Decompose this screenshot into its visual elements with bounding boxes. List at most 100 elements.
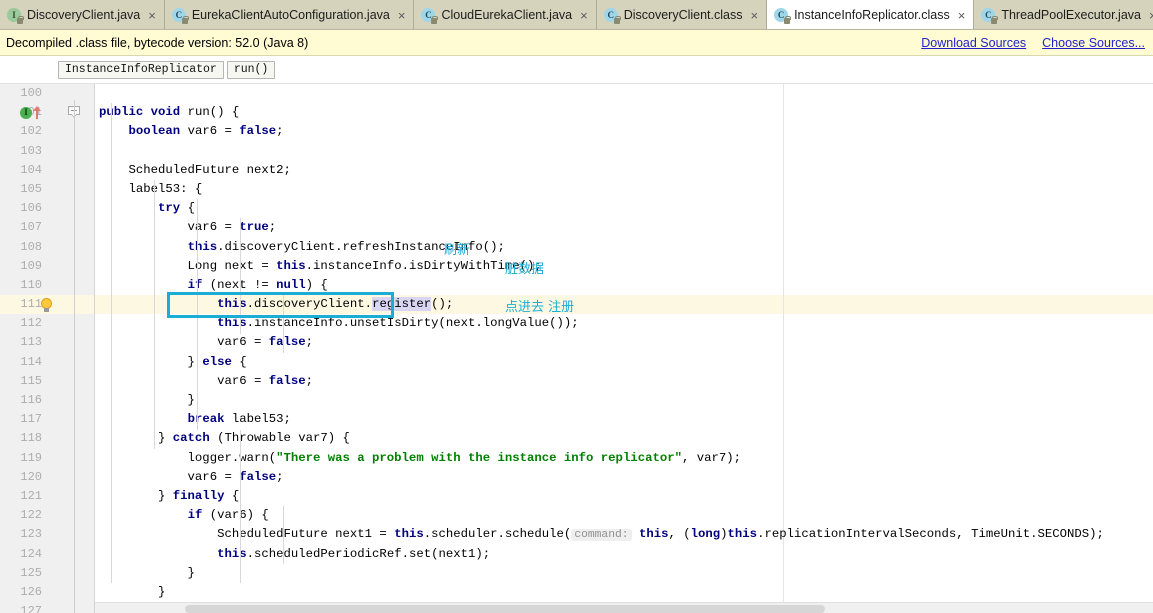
gutter-line[interactable]: 112 <box>0 314 94 333</box>
code-line: this.scheduledPeriodicRef.set(next1); <box>95 545 1153 564</box>
gutter-marks[interactable]: I <box>20 103 42 122</box>
code-token: this <box>638 527 669 542</box>
download-sources-link[interactable]: Download Sources <box>921 36 1026 50</box>
editor-tab-2[interactable]: C CloudEurekaClient.java × <box>414 0 597 29</box>
gutter-line[interactable]: 104 <box>0 161 94 180</box>
close-icon[interactable]: × <box>958 9 966 22</box>
code-token: ; <box>276 124 284 139</box>
lightbulb-icon[interactable] <box>40 297 53 312</box>
horizontal-scrollbar-thumb[interactable] <box>185 605 825 613</box>
gutter-marks[interactable] <box>40 295 53 314</box>
code-token: , var7); <box>681 450 742 465</box>
horizontal-scrollbar[interactable] <box>95 602 1153 613</box>
gutter-line[interactable]: 101I <box>0 103 94 122</box>
breadcrumb: InstanceInfoReplicator run() <box>0 56 1153 84</box>
code-line: } else { <box>95 353 1153 372</box>
editor-tab-1[interactable]: C EurekaClientAutoConfiguration.java × <box>164 0 415 29</box>
gutter-line[interactable]: 113 <box>0 333 94 352</box>
gutter-line[interactable]: 116 <box>0 391 94 410</box>
arrow-up-icon[interactable] <box>33 106 42 120</box>
gutter-line[interactable]: 110 <box>0 276 94 295</box>
gutter-line[interactable]: 105 <box>0 180 94 199</box>
breadcrumb-item-1[interactable]: run() <box>226 60 276 79</box>
editor-tab-0[interactable]: I DiscoveryClient.java × <box>0 0 165 29</box>
gutter-line[interactable]: 121 <box>0 487 94 506</box>
code-token: ) { <box>305 277 328 292</box>
code-token: this <box>217 316 247 331</box>
gutter-line[interactable]: 114 <box>0 353 94 372</box>
gutter-line[interactable]: 118 <box>0 429 94 448</box>
close-icon[interactable]: × <box>1149 9 1153 22</box>
code-line: if (var6) { <box>95 506 1153 525</box>
line-number: 105 <box>20 181 42 196</box>
class-icon: C <box>774 7 792 24</box>
code-token: ; <box>276 469 284 484</box>
code-line: try { <box>95 199 1153 218</box>
close-icon[interactable]: × <box>580 9 588 22</box>
code-line: ScheduledFuture next1 = this.scheduler.s… <box>95 525 1153 544</box>
line-number: 118 <box>20 431 42 446</box>
editor-tab-label: DiscoveryClient.java <box>27 8 141 22</box>
annotation-label-1: 脏数据 <box>505 261 545 277</box>
implementing-method-icon[interactable]: I <box>20 106 32 119</box>
lock-icon <box>431 15 439 24</box>
code-line: logger.warn("There was a problem with th… <box>95 449 1153 468</box>
close-icon[interactable]: × <box>398 9 406 22</box>
gutter-line[interactable]: 125 <box>0 564 94 583</box>
gutter-line[interactable]: 122 <box>0 506 94 525</box>
editor-tab-5[interactable]: CThreadPoolExecutor.java × <box>974 0 1153 29</box>
line-number: 119 <box>20 450 42 465</box>
line-number: 107 <box>20 220 42 235</box>
gutter-line[interactable]: 102 <box>0 122 94 141</box>
editor-tab-label: DiscoveryClient.class <box>623 8 743 22</box>
gutter-line[interactable]: 103 <box>0 142 94 161</box>
line-number: 124 <box>20 546 42 561</box>
code-token: null <box>276 277 306 292</box>
code-token: if <box>187 508 203 523</box>
code-line: } <box>95 391 1153 410</box>
code-line: Long next = this.instanceInfo.isDirtyWit… <box>95 257 1153 276</box>
code-line: public void run() { <box>95 103 1153 122</box>
breadcrumb-item-0[interactable]: InstanceInfoReplicator <box>58 60 224 79</box>
code-line: boolean var6 = false; <box>95 122 1153 141</box>
code-line: this.discoveryClient.register(); <box>95 295 1153 314</box>
gutter-line[interactable]: 123 <box>0 525 94 544</box>
gutter-line[interactable]: 106 <box>0 199 94 218</box>
code-token: finally <box>172 488 225 503</box>
choose-sources-link[interactable]: Choose Sources... <box>1042 36 1145 50</box>
code-line: var6 = false; <box>95 372 1153 391</box>
gutter-line[interactable]: 127 <box>0 602 94 613</box>
gutter-line[interactable]: 126 <box>0 583 94 602</box>
gutter-line[interactable]: 107 <box>0 218 94 237</box>
code-token: this <box>394 527 424 542</box>
code-token: ScheduledFuture next1 = <box>99 527 395 542</box>
gutter-line[interactable]: 109 <box>0 257 94 276</box>
gutter-line[interactable]: 124 <box>0 545 94 564</box>
line-number: 114 <box>20 354 42 369</box>
gutter-line[interactable]: 108 <box>0 238 94 257</box>
gutter-line[interactable]: 117 <box>0 410 94 429</box>
gutter-line[interactable]: 115 <box>0 372 94 391</box>
gutter-line[interactable]: 119 <box>0 449 94 468</box>
line-number: 106 <box>20 201 42 216</box>
code-line: var6 = false; <box>95 333 1153 352</box>
editor-tab-3[interactable]: C DiscoveryClient.class × <box>596 0 768 29</box>
close-icon[interactable]: × <box>148 9 156 22</box>
code-token: long <box>690 527 721 542</box>
close-icon[interactable]: × <box>750 9 758 22</box>
code-token: var6 = <box>99 373 269 388</box>
code-token: { <box>224 488 240 503</box>
gutter-line[interactable]: 111 <box>0 295 94 315</box>
code-editor[interactable]: 100 101I 102 103 104 105 106 107 108 109 110 111 112… <box>0 84 1153 613</box>
line-number: 122 <box>20 508 42 523</box>
editor-gutter[interactable]: 100 101I 102 103 104 105 106 107 108 109 110 111 112… <box>0 84 95 613</box>
gutter-line[interactable]: 100 <box>0 84 94 103</box>
gutter-line[interactable]: 120 <box>0 468 94 487</box>
editor-tab-label: EurekaClientAutoConfiguration.java <box>191 8 390 22</box>
editor-tab-4[interactable]: C InstanceInfoReplicator.class × <box>767 0 975 29</box>
code-text-area[interactable]: public void run() { boolean var6 = false… <box>95 84 1153 613</box>
